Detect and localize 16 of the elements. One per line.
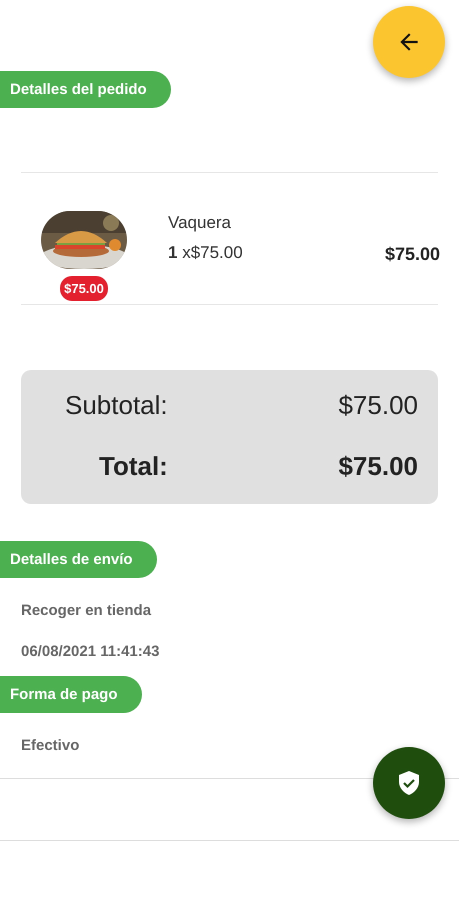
order-date: 06/08/2021 11:41:43 (21, 643, 160, 660)
total-label: Total: (99, 451, 168, 482)
total-value: $75.00 (338, 451, 418, 482)
item-total: $75.00 (384, 244, 440, 265)
delivery-method: Recoger en tienda (21, 602, 152, 619)
product-name: Vaquera (168, 213, 232, 233)
confirm-button[interactable] (373, 747, 445, 819)
payment-method: Efectivo (21, 737, 80, 754)
section-heading: Forma de pago (0, 676, 142, 713)
section-heading: Detalles de envío (0, 541, 157, 578)
shield-check-icon (397, 770, 421, 796)
price-badge: $75.00 (60, 276, 108, 301)
quantity-price: 1 x$75.00 (168, 243, 243, 263)
section-heading: Detalles del pedido (0, 71, 171, 108)
subtotal-value: $75.00 (338, 390, 418, 421)
subtotal-label: Subtotal: (65, 390, 168, 421)
